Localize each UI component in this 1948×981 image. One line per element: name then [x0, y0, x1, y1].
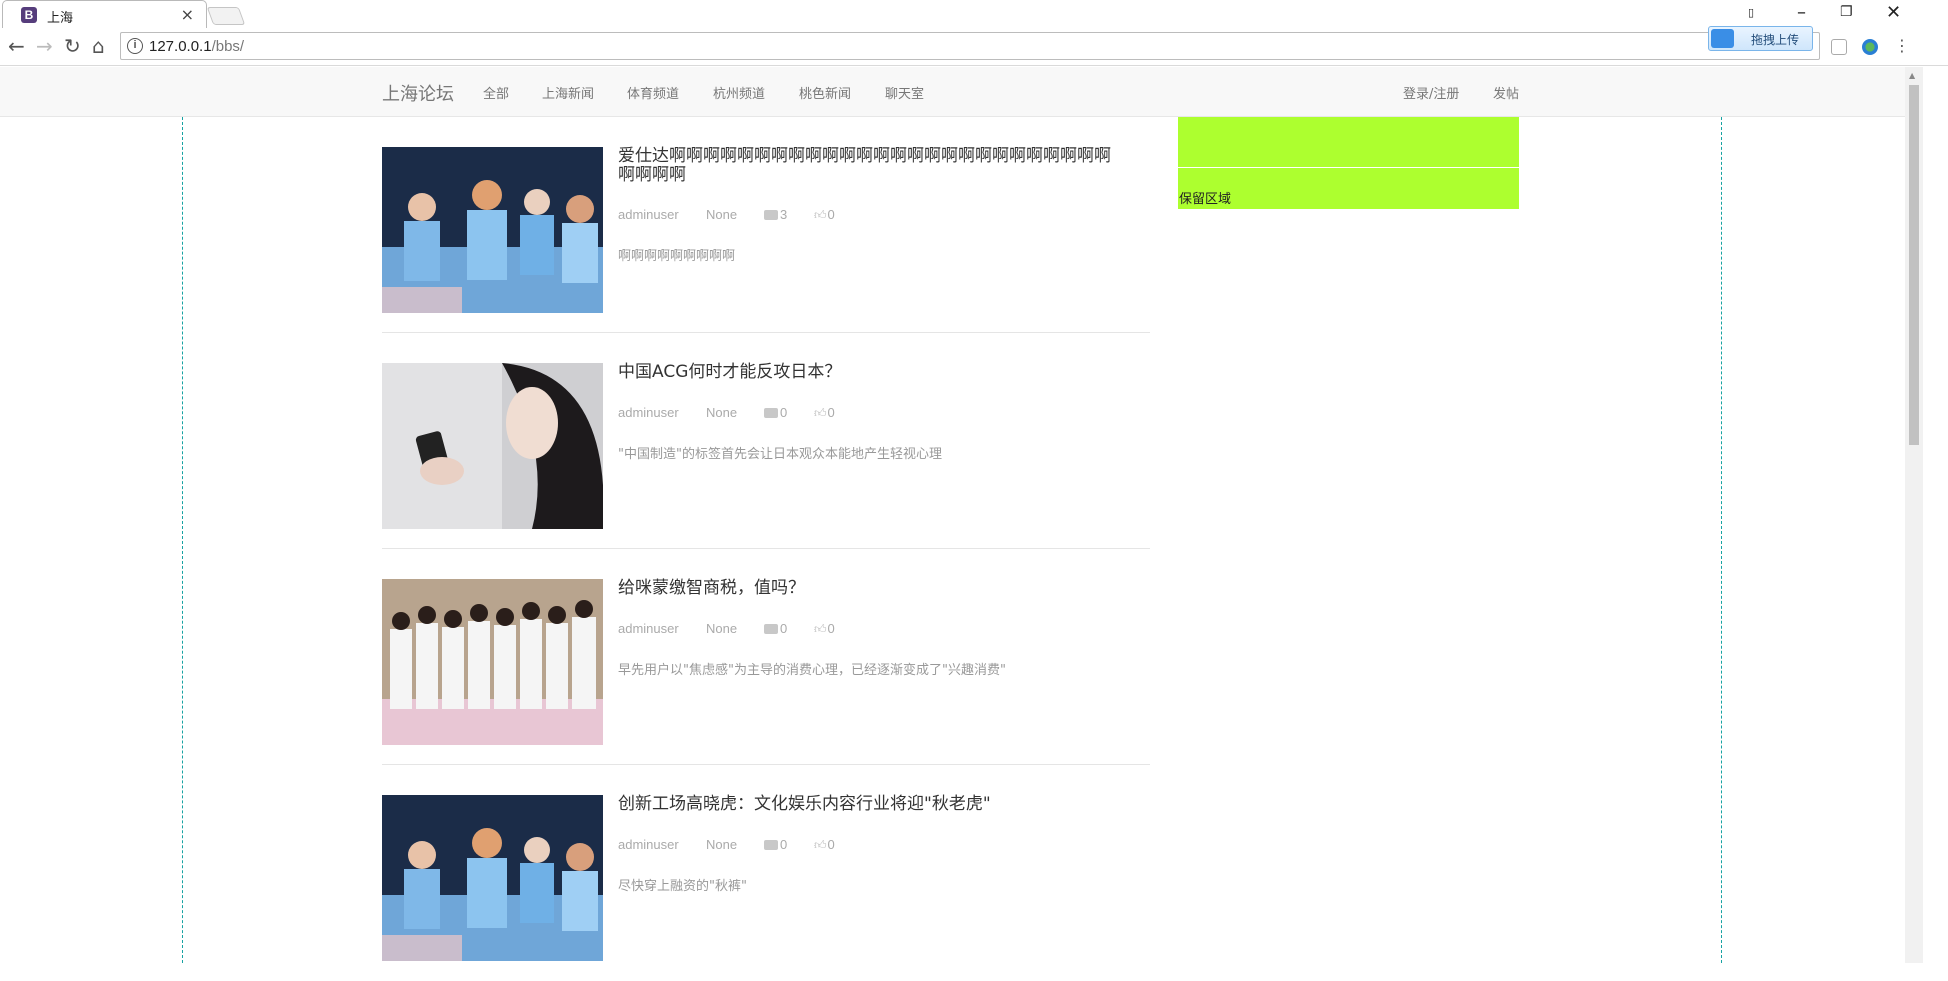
site-brand[interactable]: 上海论坛	[382, 80, 454, 106]
post-comments: 0	[764, 621, 787, 636]
site-navbar: 上海论坛 全部 上海新闻 体育频道 杭州频道 桃色新闻 聊天室 登录/注册 发帖	[0, 67, 1905, 117]
new-tab-button[interactable]	[206, 7, 246, 25]
post-title[interactable]: 给咪蒙缴智商税，值吗？	[618, 579, 1118, 598]
baidu-cloud-icon	[1711, 29, 1734, 48]
comment-count: 0	[780, 621, 788, 636]
post-author[interactable]: adminuser	[618, 621, 679, 636]
left-dashed-border	[182, 117, 183, 963]
scrollbar-thumb[interactable]	[1909, 85, 1919, 445]
nav-link-login[interactable]: 登录/注册	[1403, 83, 1459, 102]
reserve-area-top	[1178, 117, 1519, 167]
comment-icon	[764, 624, 778, 634]
home-icon[interactable]: ⌂	[92, 34, 105, 58]
post-thumbnail[interactable]	[382, 795, 603, 961]
post-summary: "中国制造"的标签首先会让日本观众本能地产生轻视心理	[618, 447, 942, 462]
tab-title: 上海	[47, 11, 74, 26]
idol-group-stage-image	[382, 147, 603, 313]
post-likes[interactable]: 👍︎0	[814, 837, 835, 853]
nav-link-hangzhou[interactable]: 杭州频道	[713, 83, 765, 102]
post-item: 中国ACG何时才能反攻日本？ adminuser None 0 👍︎0 "中国制…	[382, 333, 1150, 549]
post-author[interactable]: adminuser	[618, 405, 679, 420]
post-summary: 尽快穿上融资的"秋裤"	[618, 879, 747, 894]
post-comments: 3	[764, 207, 787, 222]
shield-extension-icon[interactable]	[1831, 39, 1847, 55]
post-item: 给咪蒙缴智商税，值吗？ adminuser None 0 👍︎0 早先用户以"焦…	[382, 549, 1150, 765]
profile-icon[interactable]: ▯	[1748, 6, 1754, 19]
restore-icon[interactable]: ❐	[1840, 4, 1853, 20]
browser-tabstrip: B 上海 × ▯ – ❐ ✕	[0, 0, 1948, 28]
right-dashed-border	[1721, 117, 1722, 963]
post-comments: 0	[764, 837, 787, 852]
minimize-icon[interactable]: –	[1797, 2, 1806, 23]
nav-link-sports[interactable]: 体育频道	[627, 83, 679, 102]
back-arrow-icon[interactable]: ←	[8, 34, 25, 58]
upload-label: 拖拽上传	[1751, 33, 1800, 47]
post-item: 创新工场高晓虎：文化娱乐内容行业将迎"秋老虎" adminuser None 0…	[382, 765, 1150, 981]
post-title[interactable]: 创新工场高晓虎：文化娱乐内容行业将迎"秋老虎"	[618, 795, 1118, 814]
url-text: 127.0.0.1/bbs/	[149, 38, 245, 55]
nav-link-shanghai-news[interactable]: 上海新闻	[542, 83, 594, 102]
like-count: 0	[827, 837, 835, 852]
page-viewport: 上海论坛 全部 上海新闻 体育频道 杭州频道 桃色新闻 聊天室 登录/注册 发帖…	[0, 67, 1905, 963]
scroll-up-arrow-icon[interactable]: ▲	[1909, 71, 1915, 80]
like-count: 0	[827, 207, 835, 222]
address-bar[interactable]: i 127.0.0.1/bbs/	[120, 32, 1820, 60]
post-date: None	[706, 405, 738, 420]
post-thumbnail[interactable]	[382, 363, 603, 529]
thumbs-up-icon: 👍︎	[814, 622, 827, 636]
bootstrap-favicon-icon: B	[21, 7, 37, 23]
post-title[interactable]: 爱仕达啊啊啊啊啊啊啊啊啊啊啊啊啊啊啊啊啊啊啊啊啊啊啊啊啊啊啊啊啊啊	[618, 147, 1118, 185]
nav-link-all[interactable]: 全部	[483, 83, 509, 102]
like-count: 0	[827, 621, 835, 636]
post-date: None	[706, 621, 738, 636]
thumbs-up-icon: 👍︎	[814, 838, 827, 852]
page-scrollbar[interactable]: ▲	[1905, 67, 1923, 963]
comment-icon	[764, 210, 778, 220]
browser-toolbar: ← → ↻ ⌂ i 127.0.0.1/bbs/ ⋮	[0, 28, 1948, 66]
post-likes[interactable]: 👍︎0	[814, 621, 835, 637]
post-thumbnail[interactable]	[382, 147, 603, 313]
like-count: 0	[827, 405, 835, 420]
comment-count: 3	[780, 207, 788, 222]
post-likes[interactable]: 👍︎0	[814, 207, 835, 223]
globe-extension-icon[interactable]	[1862, 39, 1878, 55]
comment-count: 0	[780, 405, 788, 420]
comment-count: 0	[780, 837, 788, 852]
post-item: 爱仕达啊啊啊啊啊啊啊啊啊啊啊啊啊啊啊啊啊啊啊啊啊啊啊啊啊啊啊啊啊啊 adminu…	[382, 117, 1150, 333]
post-date: None	[706, 837, 738, 852]
nav-link-new-post[interactable]: 发帖	[1493, 83, 1519, 102]
post-author[interactable]: adminuser	[618, 207, 679, 222]
reload-icon[interactable]: ↻	[64, 34, 81, 58]
post-date: None	[706, 207, 738, 222]
post-author[interactable]: adminuser	[618, 837, 679, 852]
reserve-label: 保留区域	[1179, 192, 1232, 207]
nav-link-gossip[interactable]: 桃色新闻	[799, 83, 851, 102]
nav-link-chatroom[interactable]: 聊天室	[885, 83, 924, 102]
post-comments: 0	[764, 405, 787, 420]
post-thumbnail[interactable]	[382, 579, 603, 745]
post-title[interactable]: 中国ACG何时才能反攻日本？	[618, 363, 1118, 382]
close-window-icon[interactable]: ✕	[1886, 2, 1901, 23]
tab-close-icon[interactable]: ×	[181, 5, 194, 24]
site-info-icon[interactable]: i	[127, 38, 143, 54]
post-summary: 早先用户以"焦虑感"为主导的消费心理，已经逐渐变成了"兴趣消费"	[618, 663, 1006, 678]
post-likes[interactable]: 👍︎0	[814, 405, 835, 421]
forward-arrow-icon[interactable]: →	[36, 34, 53, 58]
drag-upload-button[interactable]: 拖拽上传	[1708, 26, 1813, 51]
idol-group-stage-image	[382, 795, 603, 961]
post-summary: 啊啊啊啊啊啊啊啊啊	[618, 249, 736, 264]
thumbs-up-icon: 👍︎	[814, 208, 827, 222]
girls-in-white-dresses-image	[382, 579, 603, 745]
thumbs-up-icon: 👍︎	[814, 406, 827, 420]
woman-with-phone-image	[382, 363, 603, 529]
comment-icon	[764, 408, 778, 418]
reserve-area: 保留区域	[1178, 168, 1519, 209]
comment-icon	[764, 840, 778, 850]
menu-kebab-icon[interactable]: ⋮	[1894, 36, 1910, 55]
browser-tab[interactable]: B 上海 ×	[2, 0, 207, 28]
